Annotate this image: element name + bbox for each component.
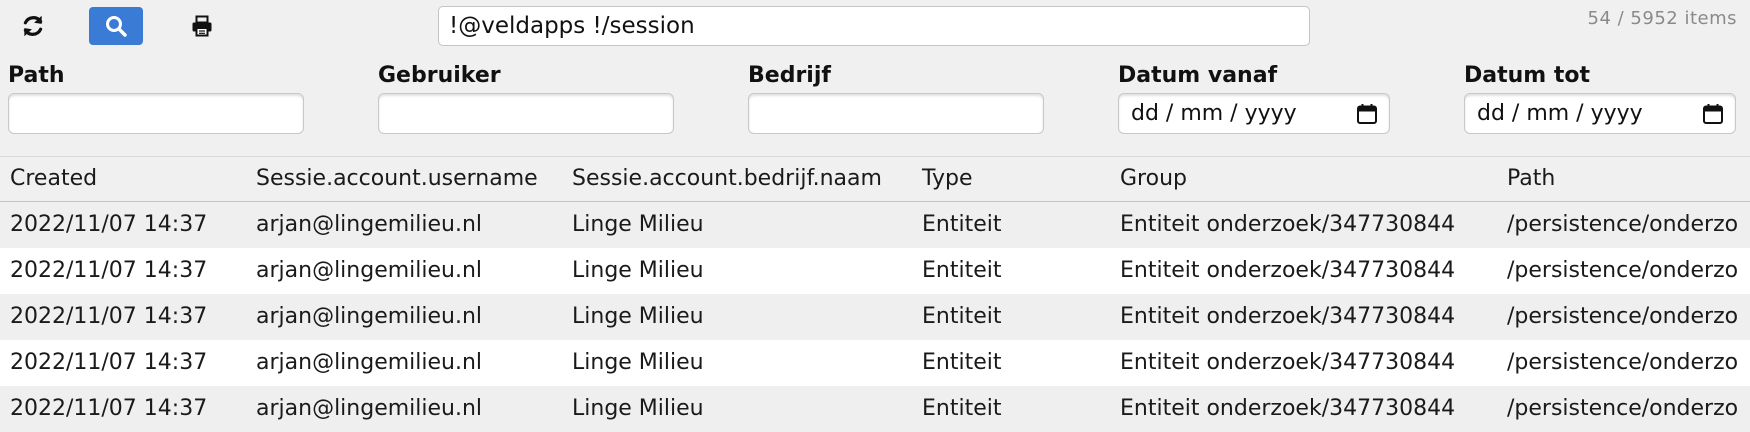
cell-bedrijf: Linge Milieu — [572, 258, 704, 283]
calendar-icon[interactable] — [1355, 102, 1379, 126]
cell-path: /persistence/onderzo — [1507, 304, 1739, 329]
column-header-path[interactable]: Path — [1507, 157, 1555, 201]
filter-gebruiker: Gebruiker — [378, 62, 674, 134]
filter-path: Path — [8, 62, 304, 134]
cell-username: arjan@lingemilieu.nl — [256, 212, 483, 237]
filter-datum-tot-label: Datum tot — [1464, 63, 1591, 88]
datum-vanaf-placeholder: dd / mm / yyyy — [1131, 101, 1297, 126]
search-button[interactable] — [89, 7, 143, 45]
cell-group: Entiteit onderzoek/347730844 — [1120, 304, 1456, 329]
column-header-group[interactable]: Group — [1120, 157, 1187, 201]
filter-datum-vanaf-label: Datum vanaf — [1118, 63, 1278, 88]
filter-gebruiker-label: Gebruiker — [378, 63, 501, 88]
toolbar: 54 / 5952 items Path Gebruiker Bedrijf D… — [0, 0, 1750, 157]
cell-username: arjan@lingemilieu.nl — [256, 304, 483, 329]
item-count: 54 / 5952 items — [1587, 8, 1737, 29]
calendar-icon[interactable] — [1701, 102, 1725, 126]
cell-bedrijf: Linge Milieu — [572, 396, 704, 421]
cell-path: /persistence/onderzo — [1507, 350, 1739, 375]
cell-group: Entiteit onderzoek/347730844 — [1120, 350, 1456, 375]
table-row[interactable]: 2022/11/07 14:37 arjan@lingemilieu.nl Li… — [0, 294, 1750, 340]
query-input[interactable] — [438, 6, 1310, 46]
cell-bedrijf: Linge Milieu — [572, 350, 704, 375]
datum-tot-input[interactable]: dd / mm / yyyy — [1464, 93, 1736, 134]
cell-path: /persistence/onderzo — [1507, 258, 1739, 283]
results-table: Created Sessie.account.username Sessie.a… — [0, 157, 1750, 432]
column-header-bedrijf[interactable]: Sessie.account.bedrijf.naam — [572, 157, 882, 201]
column-header-username[interactable]: Sessie.account.username — [256, 157, 538, 201]
cell-path: /persistence/onderzo — [1507, 396, 1739, 421]
cell-type: Entiteit — [922, 396, 1002, 421]
cell-username: arjan@lingemilieu.nl — [256, 350, 483, 375]
filter-bedrijf: Bedrijf — [748, 62, 1044, 134]
search-icon — [106, 16, 127, 37]
cell-bedrijf: Linge Milieu — [572, 212, 704, 237]
table-row[interactable]: 2022/11/07 14:37 arjan@lingemilieu.nl Li… — [0, 248, 1750, 294]
print-icon — [192, 15, 212, 37]
cell-bedrijf: Linge Milieu — [572, 304, 704, 329]
table-header: Created Sessie.account.username Sessie.a… — [0, 157, 1750, 202]
column-header-type[interactable]: Type — [922, 157, 973, 201]
filter-bedrijf-label: Bedrijf — [748, 63, 831, 88]
cell-type: Entiteit — [922, 212, 1002, 237]
cell-created: 2022/11/07 14:37 — [10, 258, 208, 283]
table-row[interactable]: 2022/11/07 14:37 arjan@lingemilieu.nl Li… — [0, 386, 1750, 432]
cell-group: Entiteit onderzoek/347730844 — [1120, 212, 1456, 237]
path-input[interactable] — [8, 93, 304, 134]
filter-datum-vanaf: Datum vanaf dd / mm / yyyy — [1118, 62, 1390, 134]
filter-datum-tot: Datum tot dd / mm / yyyy — [1464, 62, 1736, 134]
cell-username: arjan@lingemilieu.nl — [256, 258, 483, 283]
cell-created: 2022/11/07 14:37 — [10, 212, 208, 237]
gebruiker-input[interactable] — [378, 93, 674, 134]
bedrijf-input[interactable] — [748, 93, 1044, 134]
cell-type: Entiteit — [922, 350, 1002, 375]
cell-group: Entiteit onderzoek/347730844 — [1120, 396, 1456, 421]
refresh-button[interactable] — [6, 7, 60, 45]
table-body: 2022/11/07 14:37 arjan@lingemilieu.nl Li… — [0, 202, 1750, 432]
datum-vanaf-input[interactable]: dd / mm / yyyy — [1118, 93, 1390, 134]
cell-group: Entiteit onderzoek/347730844 — [1120, 258, 1456, 283]
cell-path: /persistence/onderzo — [1507, 212, 1739, 237]
cell-type: Entiteit — [922, 304, 1002, 329]
column-header-created[interactable]: Created — [10, 157, 97, 201]
cell-created: 2022/11/07 14:37 — [10, 350, 208, 375]
cell-created: 2022/11/07 14:37 — [10, 304, 208, 329]
table-row[interactable]: 2022/11/07 14:37 arjan@lingemilieu.nl Li… — [0, 202, 1750, 248]
table-row[interactable]: 2022/11/07 14:37 arjan@lingemilieu.nl Li… — [0, 340, 1750, 386]
datum-tot-placeholder: dd / mm / yyyy — [1477, 101, 1643, 126]
cell-created: 2022/11/07 14:37 — [10, 396, 208, 421]
cell-type: Entiteit — [922, 258, 1002, 283]
cell-username: arjan@lingemilieu.nl — [256, 396, 483, 421]
filter-path-label: Path — [8, 63, 65, 88]
refresh-icon — [23, 15, 43, 37]
print-button[interactable] — [175, 7, 229, 45]
